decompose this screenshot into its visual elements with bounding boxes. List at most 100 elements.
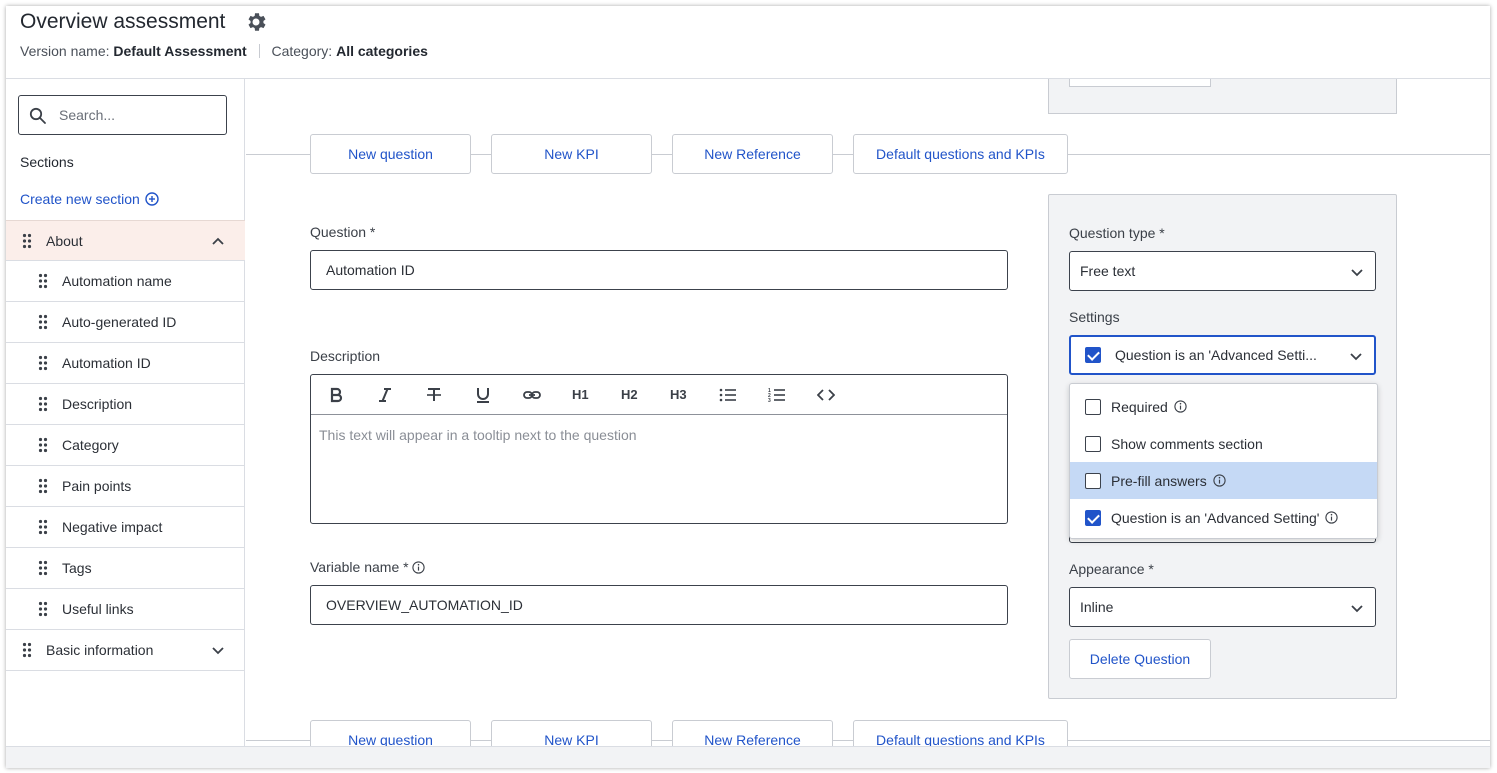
create-new-section-link[interactable]: Create new section (20, 191, 159, 207)
option-prefill-answers[interactable]: Pre-fill answers (1070, 462, 1377, 499)
bold-icon (330, 387, 343, 402)
new-kpi-button[interactable]: New KPI (491, 720, 652, 746)
description-editor[interactable]: H1 H2 H3 123 This text will appear in a … (310, 374, 1008, 524)
bold-button[interactable] (324, 383, 373, 407)
page-title: Overview assessment (20, 10, 226, 33)
new-kpi-button[interactable]: New KPI (491, 134, 652, 174)
section-item[interactable]: Automation name (6, 261, 245, 302)
section-item-label: Auto-generated ID (62, 314, 177, 330)
question-editor: New question New KPI New Reference Defau… (246, 79, 1490, 746)
heading1-button[interactable]: H1 (569, 383, 618, 407)
code-button[interactable] (814, 383, 863, 407)
section-item-label: Automation name (62, 273, 172, 289)
info-icon[interactable] (1174, 400, 1187, 413)
new-reference-button[interactable]: New Reference (672, 720, 833, 746)
section-item-label: Category (62, 437, 119, 453)
section-item-label: Negative impact (62, 519, 163, 535)
appearance-select[interactable]: Inline (1069, 587, 1376, 627)
delete-question-button[interactable]: Delete Question (1069, 639, 1211, 679)
search-box[interactable] (18, 95, 227, 135)
chevron-down-icon (1351, 269, 1363, 277)
new-question-button[interactable]: New question (310, 134, 471, 174)
question-type-select[interactable]: Free text (1069, 251, 1376, 291)
section-item-label: Pain points (62, 478, 132, 494)
option-advanced-setting[interactable]: Question is an 'Advanced Setting' (1070, 499, 1377, 536)
section-item-label: Automation ID (62, 355, 151, 371)
option-checkbox[interactable] (1085, 398, 1101, 415)
info-icon[interactable] (1325, 511, 1339, 524)
chevron-up-icon[interactable] (211, 234, 225, 248)
strikethrough-button[interactable] (422, 383, 471, 407)
section-item[interactable]: Negative impact (6, 507, 245, 548)
drag-handle-icon[interactable] (38, 273, 48, 289)
category-value: All categories (336, 43, 428, 59)
description-placeholder: This text will appear in a tooltip next … (319, 427, 637, 443)
option-label: Required (1111, 398, 1168, 415)
section-item[interactable]: Auto-generated ID (6, 302, 245, 343)
settings-dropdown-menu: Required Show comments section Pre-fill … (1069, 383, 1378, 539)
numbered-list-button[interactable]: 123 (765, 383, 814, 407)
new-reference-button[interactable]: New Reference (672, 134, 833, 174)
info-icon[interactable] (411, 560, 425, 574)
version-value: Default Assessment (113, 43, 247, 59)
info-icon[interactable] (1213, 474, 1226, 487)
drag-handle-icon[interactable] (38, 314, 48, 330)
question-type-value: Free text (1080, 263, 1136, 279)
drag-handle-icon[interactable] (38, 355, 48, 371)
default-questions-button[interactable]: Default questions and KPIs (853, 720, 1068, 746)
variable-name-input[interactable]: OVERVIEW_AUTOMATION_ID (310, 585, 1008, 625)
settings-multiselect[interactable]: Question is an 'Advanced Setti... (1069, 335, 1376, 375)
section-item[interactable]: Automation ID (6, 343, 245, 384)
chevron-down-icon (1351, 605, 1363, 613)
italic-button[interactable] (373, 383, 422, 407)
variable-name-label: Variable name * (310, 559, 409, 575)
section-item-label: Description (62, 396, 133, 412)
link-button[interactable] (520, 383, 569, 407)
bullet-list-icon (719, 388, 736, 401)
bullet-list-button[interactable] (716, 383, 765, 407)
meta-divider (258, 44, 260, 58)
option-checkbox[interactable] (1085, 472, 1101, 489)
section-item[interactable]: Useful links (6, 589, 245, 630)
code-icon (817, 388, 835, 401)
drag-handle-icon[interactable] (22, 233, 32, 249)
heading2-button[interactable]: H2 (618, 383, 667, 407)
settings-value: Question is an 'Advanced Setti... (1115, 347, 1317, 363)
section-item[interactable]: Tags (6, 548, 245, 589)
option-show-comments[interactable]: Show comments section (1070, 425, 1377, 462)
drag-handle-icon[interactable] (38, 560, 48, 576)
drag-handle-icon[interactable] (38, 437, 48, 453)
drag-handle-icon[interactable] (38, 478, 48, 494)
drag-handle-icon[interactable] (38, 601, 48, 617)
add-item-bar: New question New KPI New Reference Defau… (246, 134, 1490, 174)
section-about[interactable]: About (6, 220, 245, 261)
section-item[interactable]: Description (6, 384, 245, 425)
drag-handle-icon[interactable] (22, 642, 32, 658)
drag-handle-icon[interactable] (38, 396, 48, 412)
option-label: Show comments section (1111, 435, 1263, 452)
page-header: Overview assessment Version name: Defaul… (6, 6, 1490, 79)
option-required[interactable]: Required (1070, 388, 1377, 425)
option-checkbox[interactable] (1085, 509, 1101, 526)
drag-handle-icon[interactable] (38, 519, 48, 535)
section-item-label: Tags (62, 560, 92, 576)
previous-delete-button[interactable] (1069, 79, 1211, 87)
horizontal-scrollbar[interactable] (6, 746, 1490, 768)
section-label: About (46, 232, 83, 249)
section-tree: About Automation name Auto-generated ID … (6, 220, 245, 671)
gear-icon[interactable] (244, 10, 268, 34)
question-input[interactable]: Automation ID (310, 250, 1008, 290)
add-item-bar: New question New KPI New Reference Defau… (246, 720, 1490, 746)
section-item[interactable]: Category (6, 425, 245, 466)
underline-button[interactable] (471, 383, 520, 407)
numbered-list-icon: 123 (768, 388, 785, 404)
new-question-button[interactable]: New question (310, 720, 471, 746)
chevron-down-icon[interactable] (211, 643, 225, 657)
search-input[interactable] (59, 105, 219, 125)
default-questions-button[interactable]: Default questions and KPIs (853, 134, 1068, 174)
section-item[interactable]: Pain points (6, 466, 245, 507)
italic-icon (379, 387, 391, 402)
section-basic-information[interactable]: Basic information (6, 630, 245, 671)
heading3-button[interactable]: H3 (667, 383, 716, 407)
option-checkbox[interactable] (1085, 435, 1101, 452)
